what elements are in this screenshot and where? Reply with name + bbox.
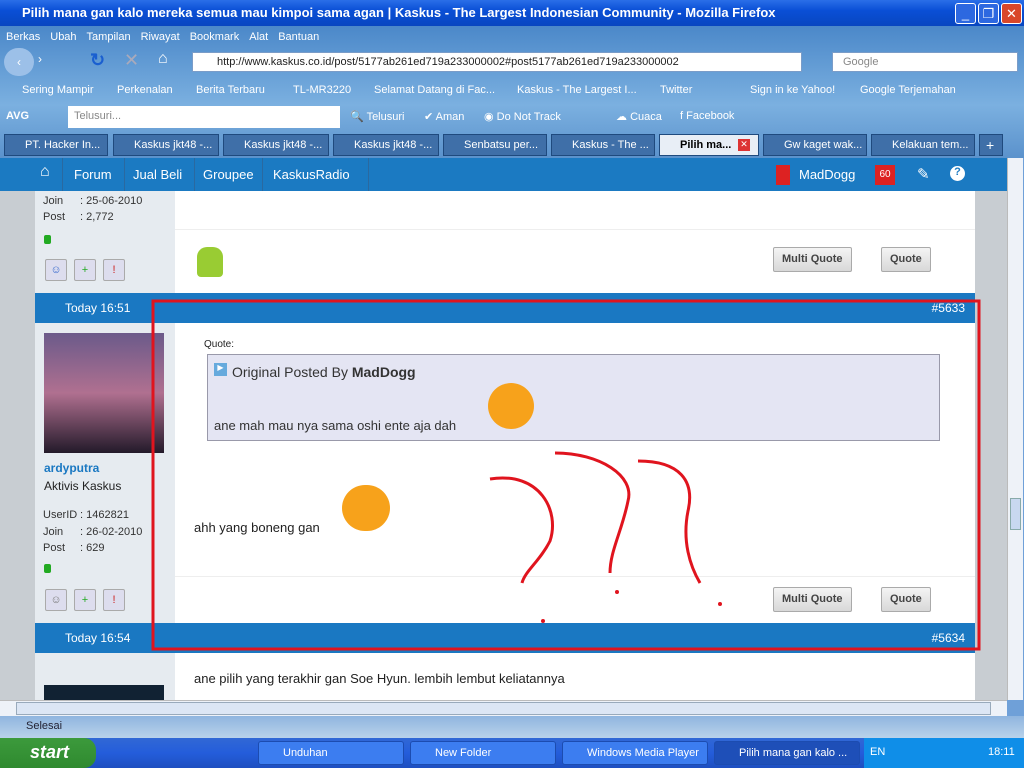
avatar[interactable] (776, 165, 790, 185)
annotation-box (151, 299, 981, 651)
red-annotation (151, 299, 981, 651)
scroll-thumb[interactable] (16, 702, 991, 715)
tab-6[interactable]: Kaskus - The ... (551, 134, 655, 156)
tab-4[interactable]: Kaskus jkt48 -... (333, 134, 439, 156)
cuaca-label: Cuaca (630, 111, 662, 123)
status-bar: Selesai (0, 716, 1024, 738)
forward-button[interactable]: › (38, 52, 42, 66)
task-firefox[interactable]: Pilih mana gan kalo ... (714, 741, 860, 765)
bookmark-twitter[interactable]: Twitter (660, 84, 692, 96)
tab-close-icon[interactable]: ✕ (738, 139, 750, 151)
home-icon[interactable]: ⌂ (158, 50, 168, 68)
bookmark-facebook[interactable]: Selamat Datang di Fac... (374, 84, 495, 96)
tab-8[interactable]: Gw kaget wak... (763, 134, 867, 156)
nav-forum[interactable]: Forum (63, 158, 125, 191)
bookmark-yahoo[interactable]: Sign in ke Yahoo! (750, 84, 835, 96)
bookmark-tl-mr3220[interactable]: TL-MR3220 (293, 84, 351, 96)
tab-2[interactable]: Kaskus jkt48 -... (113, 134, 219, 156)
tab-5[interactable]: Senbatsu per... (443, 134, 547, 156)
minimize-button[interactable]: _ (955, 3, 976, 24)
taskbar: start Unduhan New Folder Windows Media P… (0, 738, 1024, 768)
language-indicator[interactable]: EN (870, 746, 885, 758)
task-wmp[interactable]: Windows Media Player (562, 741, 708, 765)
menu-riwayat[interactable]: Riwayat (141, 31, 180, 43)
bookmark-sering-mampir[interactable]: Sering Mampir (22, 84, 94, 96)
avg-search-input[interactable]: Telusuri... (68, 106, 340, 128)
reload-icon[interactable]: ↻ (90, 50, 105, 71)
question-mark (554, 451, 631, 574)
avg-search-label: Telusuri (366, 111, 405, 123)
system-tray: EN 18:11 (864, 738, 1024, 768)
clock[interactable]: 18:11 (988, 746, 1015, 758)
help-icon[interactable]: ? (950, 166, 965, 181)
bookmark-google-translate[interactable]: Google Terjemahan (860, 84, 956, 96)
avg-do-not-track[interactable]: ◉ Do Not Track (484, 110, 561, 123)
window-title: Pilih mana gan kalo mereka semua mau kim… (0, 0, 1024, 26)
back-button[interactable]: ‹ (4, 48, 34, 76)
new-tab-button[interactable]: + (979, 134, 1003, 156)
menu-bookmark[interactable]: Bookmark (190, 31, 240, 43)
question-mark (637, 459, 702, 584)
facebook-label: Facebook (686, 110, 735, 122)
nav-groupee[interactable]: Groupee (195, 158, 263, 191)
notification-badge[interactable]: 60 (875, 165, 895, 185)
nav-kaskusradio[interactable]: KaskusRadio (263, 158, 369, 191)
home-icon[interactable]: ⌂ (35, 158, 63, 191)
horizontal-scrollbar[interactable] (0, 700, 1007, 716)
avg-facebook[interactable]: f Facebook (680, 110, 734, 122)
stop-icon[interactable]: ✕ (124, 50, 139, 71)
avg-cuaca[interactable]: ☁ Cuaca (616, 110, 662, 123)
menu-berkas[interactable]: Berkas (6, 31, 40, 43)
nav-jual-beli[interactable]: Jual Beli (125, 158, 195, 191)
menu-bar: Berkas Ubah Tampilan Riwayat Bookmark Alat Ban… (6, 29, 329, 43)
bookmark-perkenalan[interactable]: Perkenalan (117, 84, 173, 96)
page-content: Join : 25-06-2010 Post : 2,772 ☺ + ! Mul… (0, 191, 1007, 700)
bookmark-berita[interactable]: Berita Terbaru (196, 84, 265, 96)
maximize-button[interactable]: ❐ (978, 3, 999, 24)
vertical-scrollbar[interactable] (1007, 158, 1023, 700)
search-input[interactable]: Google (832, 52, 1018, 72)
url-bar[interactable]: http://www.kaskus.co.id/post/5177ab261ed… (192, 52, 802, 72)
close-button[interactable]: ✕ (1001, 3, 1022, 24)
start-button[interactable]: start (0, 738, 96, 768)
menu-tampilan[interactable]: Tampilan (87, 31, 131, 43)
username-link[interactable]: MadDogg (799, 167, 855, 182)
avg-logo[interactable]: AVG (6, 110, 29, 122)
task-unduhan[interactable]: Unduhan (258, 741, 404, 765)
menu-ubah[interactable]: Ubah (50, 31, 76, 43)
avg-search-button[interactable]: 🔍 Telusuri (350, 110, 404, 123)
menu-alat[interactable]: Alat (249, 31, 268, 43)
tab-9[interactable]: Kelakuan tem... (871, 134, 975, 156)
dnt-label: Do Not Track (496, 111, 561, 123)
tab-3[interactable]: Kaskus jkt48 -... (223, 134, 329, 156)
bookmark-kaskus[interactable]: Kaskus - The Largest I... (517, 84, 637, 96)
task-new-folder[interactable]: New Folder (410, 741, 556, 765)
pencil-icon[interactable]: ✎ (917, 165, 930, 183)
menu-bantuan[interactable]: Bantuan (278, 31, 319, 43)
question-mark (489, 476, 554, 584)
tab-1[interactable]: PT. Hacker In... (4, 134, 108, 156)
scroll-thumb[interactable] (1010, 498, 1021, 530)
kaskus-navbar: ⌂ Forum Jual Beli Groupee KaskusRadio Ma… (0, 158, 1007, 191)
aman-label: Aman (435, 111, 465, 123)
avg-aman[interactable]: ✔ Aman (424, 110, 464, 123)
